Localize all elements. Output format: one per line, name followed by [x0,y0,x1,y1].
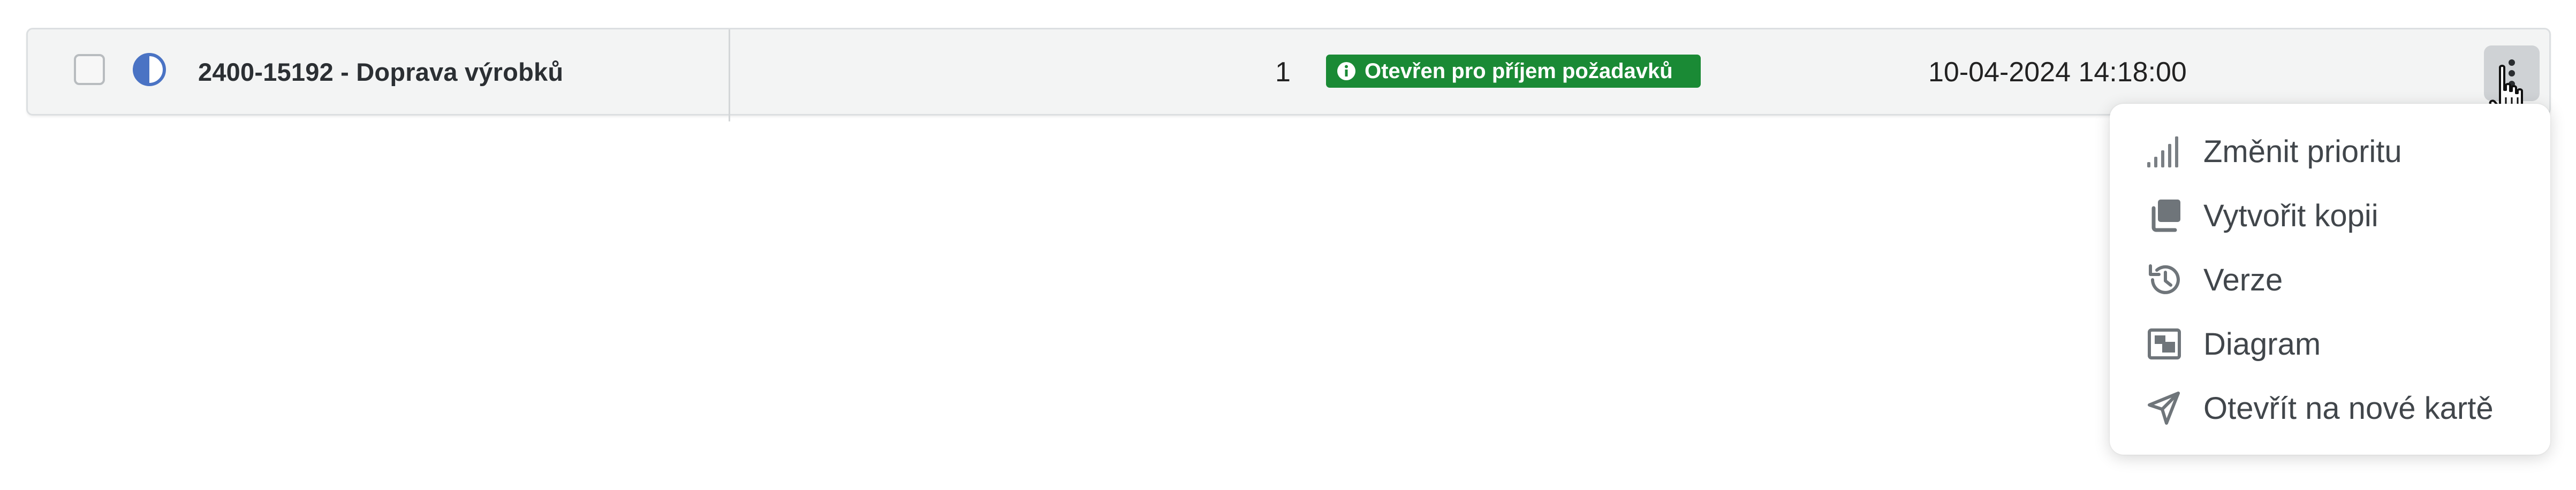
menu-item-label: Otevřít na nové kartě [2203,391,2494,426]
diagram-icon [2148,328,2181,359]
menu-item-diagram[interactable]: Diagram [2110,315,2550,373]
row-checkbox[interactable] [74,54,105,85]
menu-item-label: Vytvořit kopii [2203,198,2378,233]
row-actions-menu: Změnit prioritu Vytvořit kopii Verze Dia… [2110,104,2550,455]
menu-item-open-new-tab[interactable]: Otevřít na nové kartě [2110,379,2550,438]
menu-item-label: Změnit prioritu [2203,134,2402,169]
menu-item-create-copy[interactable]: Vytvořit kopii [2110,186,2550,245]
status-badge-label: Otevřen pro příjem požadavků [1365,59,1673,83]
menu-item-label: Verze [2203,262,2283,297]
menu-item-label: Diagram [2203,326,2321,362]
history-icon [2149,264,2180,294]
copy-icon [2151,200,2180,232]
row-title[interactable]: 2400-15192 - Doprava výrobků [198,57,563,87]
row-count: 1 [1275,57,1291,88]
info-icon [1337,62,1355,80]
status-badge: Otevřen pro příjem požadavků [1326,55,1701,88]
send-arrow-icon [2148,392,2180,425]
column-divider [729,29,730,121]
menu-item-versions[interactable]: Verze [2110,250,2550,309]
signal-bars-icon [2147,136,2178,167]
row-date: 10-04-2024 14:18:00 [1928,57,2187,88]
menu-item-change-priority[interactable]: Změnit prioritu [2110,122,2550,181]
half-circle-icon [133,53,166,86]
table-row[interactable]: 2400-15192 - Doprava výrobků 1 Otevřen p… [26,28,2551,121]
